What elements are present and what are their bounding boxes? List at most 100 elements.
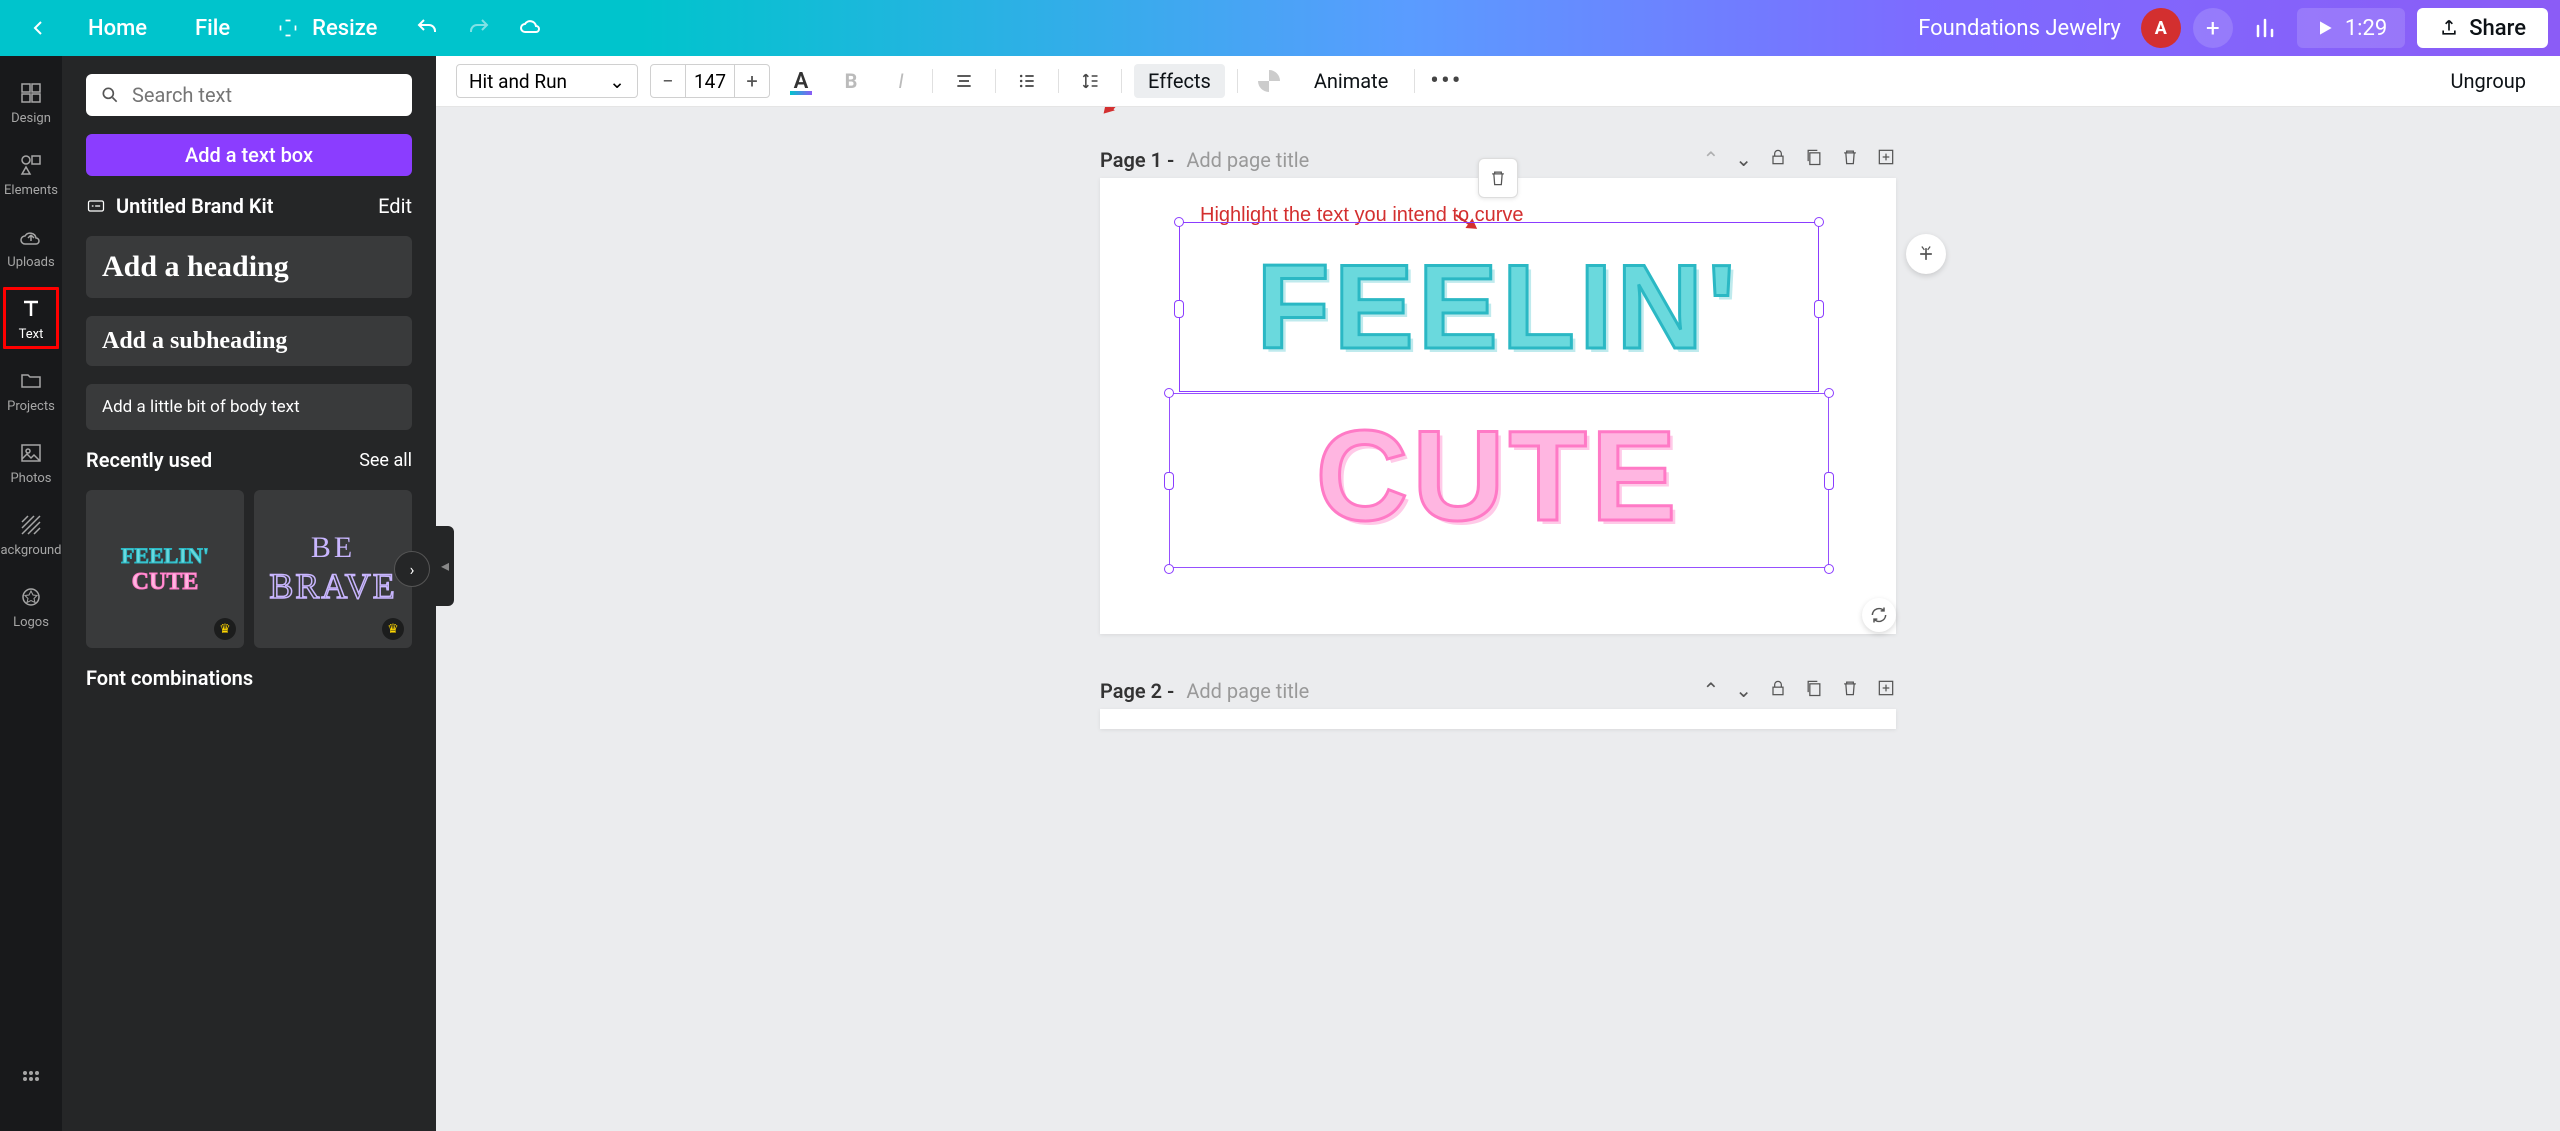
- resize-button[interactable]: Resize: [254, 8, 401, 48]
- selection-handle[interactable]: [1814, 217, 1824, 227]
- play-icon: [2315, 18, 2335, 38]
- home-button[interactable]: Home: [64, 8, 171, 48]
- add-member-icon[interactable]: +: [2193, 8, 2233, 48]
- page-up-icon[interactable]: ⌃: [1702, 147, 1719, 172]
- divider: [1414, 69, 1415, 93]
- rail-uploads[interactable]: Uploads: [0, 212, 62, 280]
- avatar[interactable]: A: [2141, 8, 2181, 48]
- brand-kit-edit[interactable]: Edit: [378, 194, 412, 218]
- lock-icon[interactable]: [1768, 678, 1788, 703]
- file-button[interactable]: File: [171, 8, 254, 48]
- recently-used-header: Recently used See all: [86, 448, 412, 472]
- search-input-wrap[interactable]: [86, 74, 412, 116]
- list-button[interactable]: [1008, 64, 1046, 98]
- text-feelin[interactable]: FEELIN': [1100, 238, 1896, 376]
- font-size-decrease[interactable]: −: [651, 65, 685, 97]
- back-icon[interactable]: [12, 8, 64, 48]
- quick-action-button[interactable]: [1906, 234, 1946, 274]
- recent-card-line2: BRAVE: [269, 565, 396, 607]
- italic-button[interactable]: I: [882, 64, 920, 98]
- rail-apps[interactable]: [0, 1045, 62, 1113]
- recent-item-be-brave[interactable]: BE BRAVE ♛: [254, 490, 412, 648]
- present-button[interactable]: 1:29: [2297, 8, 2405, 48]
- recent-card-line1: FEELIN': [121, 543, 209, 569]
- page-2-block: Page 2 - Add page title ⌃ ⌄: [1100, 678, 1896, 729]
- rail-label: Design: [11, 111, 51, 126]
- rail-logos[interactable]: Logos: [0, 572, 62, 640]
- undo-icon[interactable]: [401, 8, 453, 48]
- insights-icon[interactable]: [2245, 8, 2285, 48]
- page-1-title-input[interactable]: Add page title: [1186, 148, 1690, 172]
- transparency-button[interactable]: [1250, 64, 1288, 98]
- lock-icon[interactable]: [1768, 147, 1788, 172]
- text-cute[interactable]: CUTE: [1100, 403, 1896, 550]
- selection-handle[interactable]: [1824, 388, 1834, 398]
- add-subheading-button[interactable]: Add a subheading: [86, 316, 412, 366]
- logos-icon: [17, 583, 45, 611]
- trash-icon[interactable]: [1840, 147, 1860, 172]
- add-text-box-button[interactable]: Add a text box: [86, 134, 412, 176]
- scroll-right-icon[interactable]: ›: [394, 551, 430, 587]
- selection-handle[interactable]: [1164, 388, 1174, 398]
- share-label: Share: [2469, 16, 2526, 41]
- more-icon[interactable]: •••: [1427, 64, 1465, 98]
- animate-button[interactable]: Animate: [1300, 64, 1403, 98]
- collapse-panel-icon[interactable]: ◂: [436, 526, 454, 606]
- selection-handle[interactable]: [1164, 564, 1174, 574]
- align-button[interactable]: [945, 64, 983, 98]
- rail-label: Photos: [10, 471, 51, 486]
- font-size-input[interactable]: 147: [685, 65, 735, 97]
- context-toolbar: Hit and Run ⌄ − 147 + A B I Effects Anim…: [436, 56, 2560, 107]
- page-down-icon[interactable]: ⌄: [1735, 678, 1752, 703]
- rail-design[interactable]: Design: [0, 68, 62, 136]
- page-2-canvas[interactable]: [1100, 709, 1896, 729]
- selection-handle[interactable]: [1174, 217, 1184, 227]
- share-button[interactable]: Share: [2417, 8, 2548, 48]
- font-size-group: − 147 +: [650, 64, 770, 98]
- document-title[interactable]: Foundations Jewelry: [1918, 16, 2121, 41]
- add-page-icon[interactable]: [1876, 678, 1896, 703]
- text-color-icon: A: [794, 69, 809, 94]
- selection-handle[interactable]: [1824, 564, 1834, 574]
- redo-icon[interactable]: [453, 8, 505, 48]
- page-2-controls: ⌃ ⌄: [1702, 678, 1896, 703]
- font-family-select[interactable]: Hit and Run ⌄: [456, 64, 638, 98]
- see-all-link[interactable]: See all: [359, 450, 412, 471]
- add-heading-button[interactable]: Add a heading: [86, 236, 412, 298]
- page-down-icon[interactable]: ⌄: [1735, 147, 1752, 172]
- divider: [1237, 69, 1238, 93]
- rotate-button[interactable]: [1862, 598, 1896, 632]
- spacing-button[interactable]: [1071, 64, 1109, 98]
- pro-badge-icon: ♛: [214, 618, 236, 640]
- nav-rail: Design Elements Uploads Text Projects Ph…: [0, 56, 62, 1131]
- rail-background[interactable]: ackground: [0, 500, 62, 568]
- add-body-button[interactable]: Add a little bit of body text: [86, 384, 412, 430]
- rail-text[interactable]: Text: [0, 284, 62, 352]
- delete-element-button[interactable]: [1478, 158, 1518, 198]
- search-input[interactable]: [132, 83, 398, 107]
- rail-projects[interactable]: Projects: [0, 356, 62, 424]
- duplicate-icon[interactable]: [1804, 678, 1824, 703]
- text-color-button[interactable]: A: [782, 64, 820, 98]
- recent-item-feelin-cute[interactable]: FEELIN' CUTE ♛: [86, 490, 244, 648]
- rail-photos[interactable]: Photos: [0, 428, 62, 496]
- bold-button[interactable]: B: [832, 64, 870, 98]
- page-2-header: Page 2 - Add page title ⌃ ⌄: [1100, 678, 1896, 703]
- brand-kit-row: Untitled Brand Kit Edit: [86, 194, 412, 218]
- design-icon: [17, 79, 45, 107]
- font-size-increase[interactable]: +: [735, 65, 769, 97]
- page-2-title-input[interactable]: Add page title: [1186, 679, 1690, 703]
- add-page-icon[interactable]: [1876, 147, 1896, 172]
- cloud-sync-icon[interactable]: [505, 8, 557, 48]
- canvas-area: Page 1 - Add page title ⌃ ⌄ Highlight th…: [436, 107, 2560, 1131]
- recent-card-line2: CUTE: [132, 569, 199, 596]
- recent-items-row: FEELIN' CUTE ♛ BE BRAVE ♛ ›: [86, 490, 412, 648]
- effects-button[interactable]: Effects: [1134, 64, 1225, 98]
- search-icon: [100, 85, 120, 105]
- trash-icon[interactable]: [1840, 678, 1860, 703]
- rail-elements[interactable]: Elements: [0, 140, 62, 208]
- ungroup-button[interactable]: Ungroup: [2437, 64, 2541, 98]
- page-up-icon[interactable]: ⌃: [1702, 678, 1719, 703]
- duplicate-icon[interactable]: [1804, 147, 1824, 172]
- page-1-canvas[interactable]: Highlight the text you intend to curve F…: [1100, 178, 1896, 634]
